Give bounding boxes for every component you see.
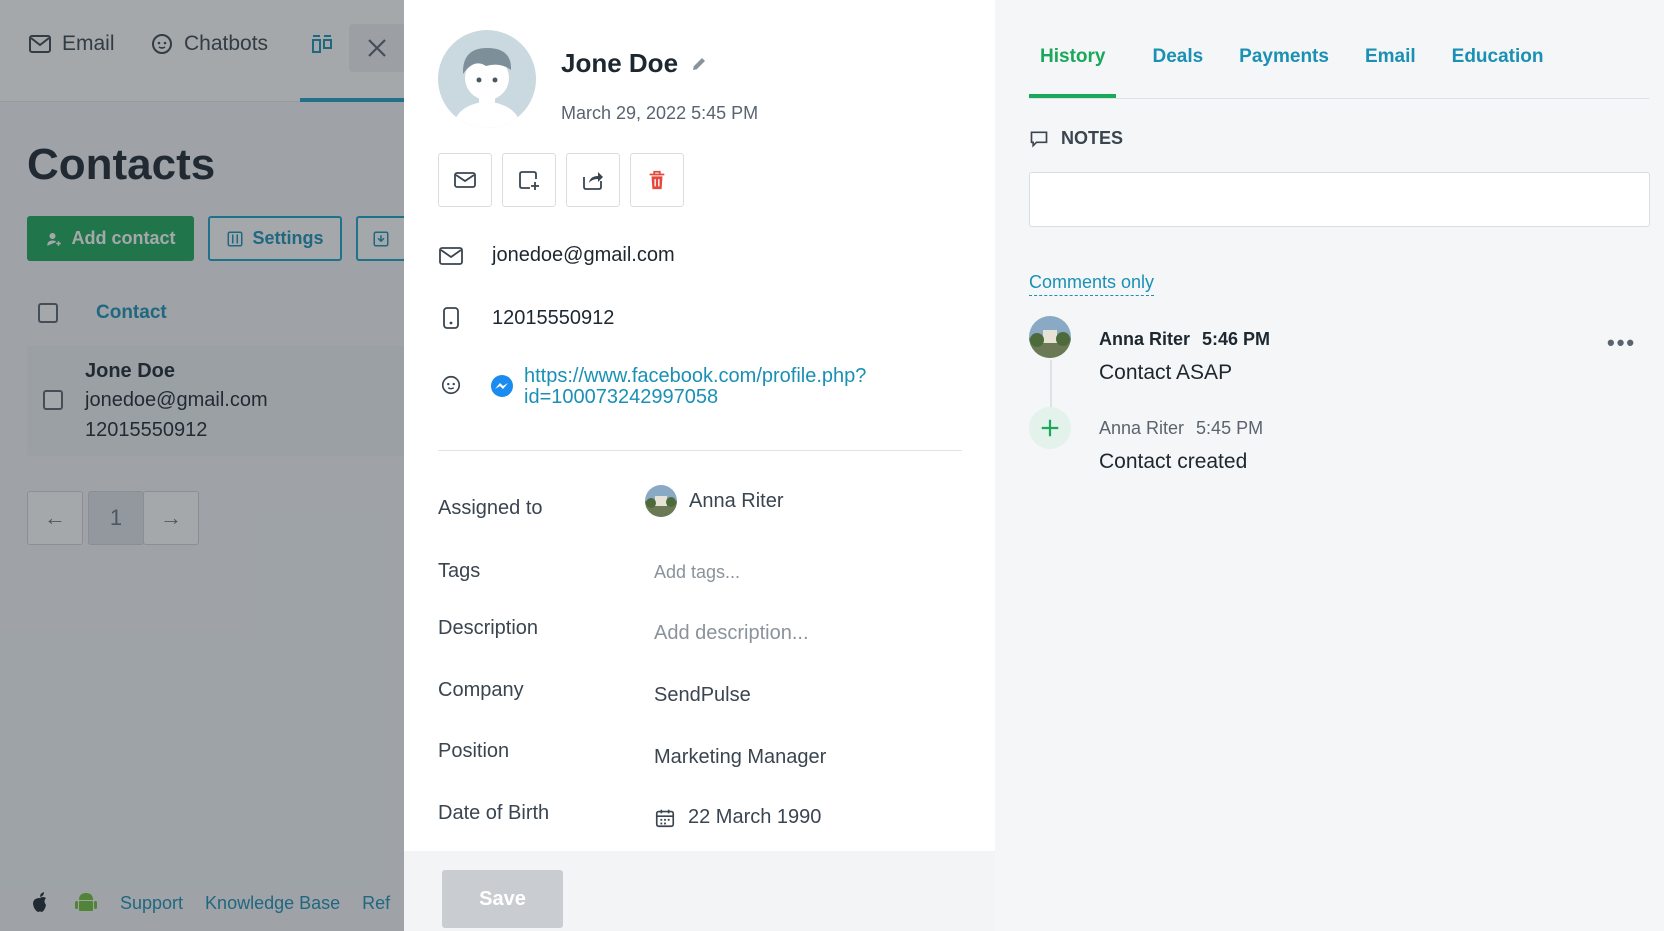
card-created-date: March 29, 2022 5:45 PM xyxy=(561,103,759,123)
save-button[interactable]: Save xyxy=(442,870,563,928)
entry-text: Contact created xyxy=(1099,450,1248,473)
divider xyxy=(438,450,962,451)
description-label: Description xyxy=(438,617,539,639)
tab-bar: History Deals Payments Email Education xyxy=(1029,46,1544,98)
card-name: Jone Doe xyxy=(561,48,708,79)
tab-history[interactable]: History xyxy=(1029,46,1117,98)
entry-time: 5:45 PM xyxy=(1196,418,1264,438)
trash-icon xyxy=(649,170,665,190)
company-value[interactable]: SendPulse xyxy=(654,684,751,707)
tab-email[interactable]: Email xyxy=(1365,46,1416,98)
comment-icon xyxy=(1030,131,1048,148)
delete-button[interactable] xyxy=(630,153,684,207)
facebook-profile-link[interactable]: https://www.facebook.com/profile.php?id=… xyxy=(524,366,914,408)
entry-author: Anna Riter xyxy=(1099,418,1185,438)
entry-time: 5:46 PM xyxy=(1202,329,1271,349)
default-avatar-icon xyxy=(453,48,521,128)
add-deal-icon xyxy=(519,171,539,190)
phone-icon xyxy=(443,307,459,329)
avatar xyxy=(438,30,536,128)
contact-card-panel: Jone Doe March 29, 2022 5:45 PM jonedoe@… xyxy=(404,0,995,931)
email-icon xyxy=(439,246,463,265)
dob-text: 22 March 1990 xyxy=(688,806,822,828)
position-label: Position xyxy=(438,740,510,762)
notes-header: NOTES xyxy=(1029,128,1123,149)
add-deal-button[interactable] xyxy=(502,153,556,207)
assigned-label: Assigned to xyxy=(438,497,543,519)
timeline-created-marker xyxy=(1029,407,1071,449)
share-icon xyxy=(583,172,603,190)
email-row: jonedoe@gmail.com xyxy=(438,244,675,267)
messenger-row xyxy=(438,366,514,403)
send-email-button[interactable] xyxy=(438,153,492,207)
tab-deals[interactable]: Deals xyxy=(1152,46,1203,98)
chatbot-icon xyxy=(441,375,461,394)
calendar-icon xyxy=(655,809,675,827)
assignee-name: Anna Riter xyxy=(689,489,784,512)
user-photo-icon xyxy=(1029,316,1071,358)
timeline-connector xyxy=(1050,360,1052,412)
assignee-avatar xyxy=(645,485,677,517)
entry-author: Anna Riter xyxy=(1099,329,1191,349)
assigned-user[interactable]: Anna Riter xyxy=(645,485,784,517)
timeline-avatar xyxy=(1029,316,1071,358)
card-email[interactable]: jonedoe@gmail.com xyxy=(492,244,675,267)
share-button[interactable] xyxy=(566,153,620,207)
history-panel: History Deals Payments Email Education N… xyxy=(995,0,1664,931)
timeline-entry-header: Anna Riter 5:46 PM xyxy=(1099,329,1270,350)
edit-pencil-icon[interactable] xyxy=(690,55,708,73)
entry-more-button[interactable]: ••• xyxy=(1607,330,1636,356)
card-phone[interactable]: 12015550912 xyxy=(492,307,614,330)
dob-label: Date of Birth xyxy=(438,802,550,824)
tags-label: Tags xyxy=(438,560,481,582)
user-photo-icon xyxy=(645,485,677,517)
notes-label: NOTES xyxy=(1061,128,1124,148)
facebook-messenger-icon xyxy=(491,375,513,397)
company-label: Company xyxy=(438,679,524,701)
dob-value[interactable]: 22 March 1990 xyxy=(654,806,821,829)
tab-education[interactable]: Education xyxy=(1452,46,1544,98)
envelope-icon xyxy=(454,172,476,188)
notes-input[interactable] xyxy=(1029,172,1650,227)
phone-row: 12015550912 xyxy=(438,306,614,330)
tags-input[interactable]: Add tags... xyxy=(654,562,740,583)
entry-text: Contact ASAP xyxy=(1099,361,1233,384)
comments-only-filter[interactable]: Comments only xyxy=(1029,272,1155,296)
tab-payments[interactable]: Payments xyxy=(1239,46,1329,98)
timeline-entry-header: Anna Riter 5:45 PM xyxy=(1099,418,1263,439)
messenger-icon-wrap xyxy=(490,374,514,403)
card-name-text: Jone Doe xyxy=(561,48,679,78)
tab-divider xyxy=(1029,98,1649,99)
description-input[interactable]: Add description... xyxy=(654,622,809,645)
plus-icon xyxy=(1041,419,1059,437)
position-value[interactable]: Marketing Manager xyxy=(654,746,826,769)
